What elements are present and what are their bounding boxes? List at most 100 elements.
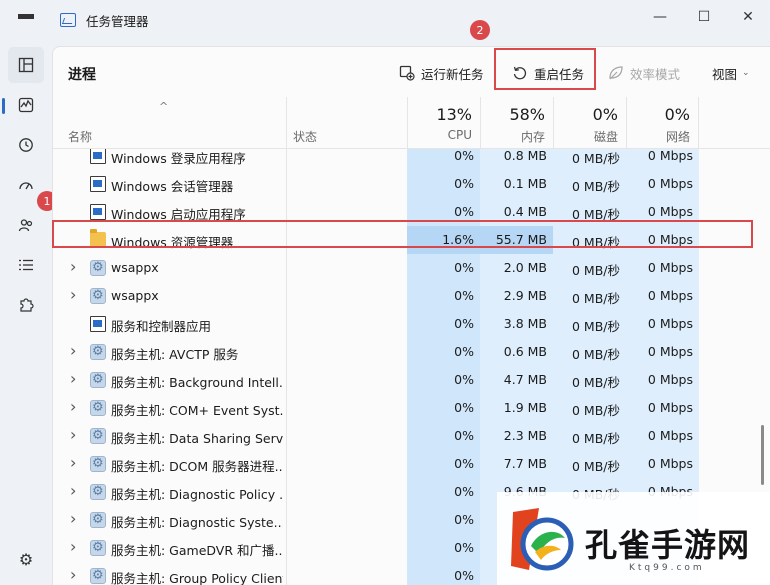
process-net-value: 0 Mbps bbox=[647, 204, 693, 219]
process-net-value: 0 Mbps bbox=[647, 400, 693, 415]
process-net-value: 0 Mbps bbox=[647, 288, 693, 303]
column-header-cpu[interactable]: 13% CPU bbox=[407, 97, 480, 149]
run-new-task-button[interactable]: 运行新任务 bbox=[399, 61, 484, 85]
process-disk-value: 0 MB/秒 bbox=[572, 151, 620, 166]
chevron-right-icon[interactable]: › bbox=[70, 453, 76, 472]
process-cpu-value: 0% bbox=[454, 428, 474, 443]
process-name: 服务主机: Background Intell... bbox=[111, 375, 283, 390]
chevron-right-icon[interactable]: › bbox=[70, 481, 76, 500]
chevron-right-icon[interactable]: › bbox=[70, 425, 76, 444]
toolbar: 进程 运行新任务 重启任务 效率模式 视图 ⌄ bbox=[53, 47, 770, 97]
process-disk-value: 0 MB/秒 bbox=[572, 459, 620, 474]
app-title: 任务管理器 bbox=[86, 13, 149, 29]
process-name: Windows 会话管理器 bbox=[111, 179, 234, 194]
processes-icon bbox=[18, 57, 34, 73]
process-row[interactable]: Windows 登录应用程序 0% 0.8 MB 0 MB/秒 0 Mbps bbox=[53, 149, 753, 170]
close-button[interactable]: ✕ bbox=[726, 0, 770, 34]
process-cpu-value: 0% bbox=[454, 372, 474, 387]
process-net-value: 0 Mbps bbox=[647, 176, 693, 191]
nav-services[interactable] bbox=[8, 287, 44, 323]
services-puzzle-icon bbox=[20, 298, 34, 312]
process-mem-value: 3.8 MB bbox=[503, 316, 547, 331]
process-row[interactable]: › 服务主机: Data Sharing Serv... 0% 2.3 MB 0 MB/… bbox=[53, 422, 753, 450]
process-mem-value: 1.9 MB bbox=[503, 400, 547, 415]
nav-users[interactable] bbox=[8, 207, 44, 243]
chevron-right-icon[interactable]: › bbox=[70, 509, 76, 528]
hamburger-menu-button[interactable] bbox=[0, 0, 52, 40]
minimize-button[interactable]: — bbox=[638, 0, 682, 34]
chevron-right-icon[interactable]: › bbox=[70, 257, 76, 276]
title-bar: 任务管理器 — ☐ ✕ bbox=[0, 0, 770, 40]
process-cpu-value: 0% bbox=[454, 400, 474, 415]
chevron-right-icon[interactable]: › bbox=[70, 341, 76, 360]
process-row[interactable]: › 服务主机: DCOM 服务器进程... 0% 7.7 MB 0 MB/秒 0 Mbps bbox=[53, 450, 753, 478]
process-row[interactable]: Windows 会话管理器 0% 0.1 MB 0 MB/秒 0 Mbps bbox=[53, 170, 753, 198]
process-disk-value: 0 MB/秒 bbox=[572, 403, 620, 418]
nav-processes[interactable] bbox=[8, 47, 44, 83]
gear-icon bbox=[90, 260, 106, 276]
users-icon bbox=[18, 219, 33, 232]
chevron-right-icon[interactable]: › bbox=[70, 565, 76, 584]
gear-icon bbox=[90, 400, 106, 416]
process-cpu-value: 0% bbox=[454, 484, 474, 499]
disk-total-percent: 0% bbox=[592, 105, 618, 124]
process-row[interactable]: › 服务主机: Background Intell... 0% 4.7 MB 0 MB/… bbox=[53, 366, 753, 394]
window-icon bbox=[90, 149, 106, 164]
details-list-icon bbox=[19, 259, 33, 271]
explorer-row-highlight-box bbox=[52, 220, 753, 248]
chevron-right-icon[interactable]: › bbox=[70, 285, 76, 304]
process-row[interactable]: › wsappx 0% 2.0 MB 0 MB/秒 0 Mbps bbox=[53, 254, 753, 282]
process-name: Windows 登录应用程序 bbox=[111, 151, 246, 166]
process-net-value: 0 Mbps bbox=[647, 316, 693, 331]
view-dropdown[interactable]: 视图 ⌄ bbox=[712, 61, 750, 85]
startup-speedometer-icon bbox=[19, 182, 33, 190]
sort-caret-up-icon: ^ bbox=[159, 100, 169, 113]
cpu-total-percent: 13% bbox=[436, 105, 472, 124]
site-watermark: 孔雀手游网 Ktq99.com bbox=[497, 492, 770, 585]
process-mem-value: 7.7 MB bbox=[503, 456, 547, 471]
process-disk-value: 0 MB/秒 bbox=[572, 347, 620, 362]
watermark-subtext: Ktq99.com bbox=[629, 563, 705, 573]
gear-icon bbox=[90, 372, 106, 388]
column-header-memory[interactable]: 58% 内存 bbox=[480, 97, 553, 149]
process-mem-value: 0.6 MB bbox=[503, 344, 547, 359]
process-cpu-value: 0% bbox=[454, 176, 474, 191]
disk-label: 磁盘 bbox=[593, 130, 618, 144]
gear-icon bbox=[90, 568, 106, 584]
chevron-down-icon: ⌄ bbox=[742, 68, 750, 78]
nav-performance[interactable] bbox=[8, 87, 44, 123]
column-header-disk[interactable]: 0% 磁盘 bbox=[553, 97, 626, 149]
performance-icon bbox=[18, 97, 34, 113]
nav-app-history[interactable] bbox=[8, 127, 44, 163]
efficiency-mode-button[interactable]: 效率模式 bbox=[608, 61, 680, 85]
chevron-right-icon[interactable]: › bbox=[70, 369, 76, 388]
column-header-status-cell[interactable]: 状态 bbox=[286, 97, 407, 149]
chevron-right-icon[interactable]: › bbox=[70, 397, 76, 416]
vertical-scrollbar[interactable] bbox=[761, 425, 764, 485]
gear-icon bbox=[90, 344, 106, 360]
chevron-right-icon[interactable]: › bbox=[70, 537, 76, 556]
process-net-value: 0 Mbps bbox=[647, 344, 693, 359]
process-name: 服务主机: GameDVR 和广播... bbox=[111, 543, 283, 558]
column-header-name[interactable]: 名称 bbox=[68, 128, 92, 145]
process-cpu-value: 0% bbox=[454, 204, 474, 219]
nav-settings[interactable]: ⚙ bbox=[8, 541, 44, 577]
gear-icon bbox=[90, 288, 106, 304]
process-row[interactable]: › 服务主机: AVCTP 服务 0% 0.6 MB 0 MB/秒 0 Mbps bbox=[53, 338, 753, 366]
network-total-percent: 0% bbox=[664, 105, 690, 124]
maximize-button[interactable]: ☐ bbox=[682, 0, 726, 34]
gear-icon bbox=[90, 456, 106, 472]
process-cpu-value: 0% bbox=[454, 260, 474, 275]
process-name: 服务主机: AVCTP 服务 bbox=[111, 347, 239, 362]
column-header-status: 状态 bbox=[293, 130, 318, 144]
column-header-network[interactable]: 0% 网络 bbox=[626, 97, 699, 149]
window-icon bbox=[90, 316, 106, 332]
process-row[interactable]: 服务和控制器应用 0% 3.8 MB 0 MB/秒 0 Mbps bbox=[53, 310, 753, 338]
memory-total-percent: 58% bbox=[509, 105, 545, 124]
gear-icon bbox=[90, 428, 106, 444]
process-row[interactable]: › 服务主机: COM+ Event Syst... 0% 1.9 MB 0 MB/秒 0… bbox=[53, 394, 753, 422]
process-row[interactable]: › wsappx 0% 2.9 MB 0 MB/秒 0 Mbps bbox=[53, 282, 753, 310]
nav-details[interactable] bbox=[8, 247, 44, 283]
process-cpu-value: 0% bbox=[454, 149, 474, 163]
process-cpu-value: 0% bbox=[454, 288, 474, 303]
